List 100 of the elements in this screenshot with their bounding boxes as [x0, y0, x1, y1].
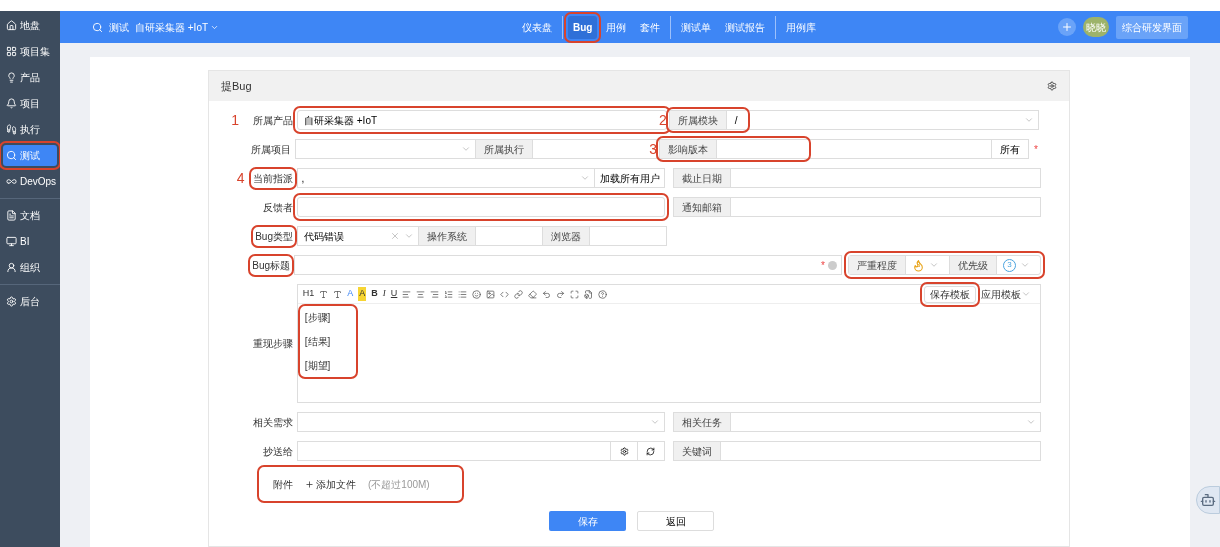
eraser-icon[interactable] [528, 289, 538, 299]
all-versions-button[interactable]: 所有 [991, 140, 1029, 158]
add-button[interactable] [1058, 18, 1076, 36]
field-label: 反馈者 [262, 200, 293, 215]
version-field[interactable]: 影响版本 所有 [659, 139, 1030, 159]
toolbar-button[interactable]: I [382, 287, 386, 301]
nav-tab[interactable]: 用例库 [781, 15, 822, 39]
toolbar-button[interactable]: A [358, 287, 367, 301]
caret-icon [1026, 417, 1036, 427]
caret-icon [580, 173, 591, 183]
module-value: / [733, 113, 739, 128]
sidebar-item[interactable]: 产品 [3, 67, 57, 88]
editor-text-line: [结果] [304, 335, 332, 349]
caret-icon [404, 231, 414, 241]
field-label: 附件 [273, 477, 293, 492]
numbered-list-icon[interactable] [444, 289, 454, 299]
bug-type-select[interactable]: 代码错误 [297, 226, 419, 246]
back-button[interactable]: 返回 [637, 511, 714, 531]
annotation-number: 4 [236, 171, 245, 185]
image-icon[interactable] [486, 289, 496, 299]
smiley-icon[interactable] [472, 289, 482, 299]
module-select[interactable]: 所属模块 / [668, 110, 1039, 130]
bug-title-field[interactable]: * [294, 255, 842, 275]
nav-tab[interactable]: 测试单 [676, 15, 717, 39]
align-center-icon[interactable] [416, 289, 426, 299]
undo-icon[interactable] [542, 289, 552, 299]
lightbulb-icon [6, 72, 17, 83]
required-mark: * [1034, 142, 1038, 157]
cc-field[interactable] [296, 441, 612, 461]
related-task-select[interactable]: 相关任务 [672, 412, 1041, 432]
annotation-number: 3 [649, 142, 658, 156]
text-size-icon[interactable] [333, 289, 343, 299]
settings-icon [619, 446, 629, 456]
field-label: 操作系统 [419, 227, 476, 245]
user-icon [6, 262, 17, 273]
rich-text-editor[interactable]: H1 A A B I U 保存模板 应用模板 [步骤] [结果] [期望] [296, 284, 1041, 403]
field-label: 浏览器 [543, 227, 590, 245]
settings-icon [6, 296, 17, 307]
color-picker-icon[interactable] [828, 260, 837, 270]
align-left-icon[interactable] [402, 289, 412, 299]
file-icon[interactable] [584, 289, 594, 299]
toolbar-button[interactable]: U [390, 287, 398, 301]
font-icon[interactable] [319, 289, 329, 299]
field-label: 重现步骤 [252, 337, 293, 351]
monitor-icon [6, 236, 17, 247]
caret-icon [1023, 115, 1034, 125]
toolbar-button[interactable]: A [347, 287, 354, 301]
deadline-field[interactable]: 截止日期 [672, 168, 1042, 188]
sidebar-item[interactable]: 地盘 [3, 15, 57, 36]
breadcrumb-dropdown[interactable]: 自研采集器 +IoT [135, 19, 220, 35]
field-label: 关键词 [673, 442, 721, 460]
help-icon[interactable] [598, 289, 608, 299]
add-file-link[interactable]: 添加文件 [305, 476, 356, 492]
settings-icon[interactable] [1047, 81, 1057, 91]
caret-icon [929, 260, 939, 270]
nav-tab[interactable]: 套件 [635, 15, 666, 39]
toolbar-button[interactable]: H1 [302, 287, 315, 301]
editor-text-line: [步骤] [304, 311, 332, 325]
notify-email-field[interactable]: 通知邮箱 [672, 197, 1041, 217]
toolbar-button[interactable]: B [371, 287, 378, 301]
sidebar-item[interactable]: 项目集 [3, 41, 57, 62]
editor-text-line: [期望] [304, 359, 332, 373]
redo-icon[interactable] [556, 289, 566, 299]
file-size-hint: (不超过100M) [368, 477, 430, 492]
sidebar-item[interactable]: BI [3, 231, 57, 252]
link-icon[interactable] [514, 289, 524, 299]
field-label: 相关需求 [252, 415, 293, 430]
annotation-number: 2 [659, 113, 667, 127]
nav-tab[interactable]: 测试报告 [720, 15, 771, 39]
keywords-field[interactable]: 关键词 [672, 441, 1041, 461]
refresh-button[interactable] [637, 441, 665, 461]
sidebar-item[interactable]: DevOps [3, 171, 57, 192]
align-right-icon[interactable] [430, 289, 440, 299]
assignee-select[interactable]: , [296, 168, 596, 188]
field-label: 所属模块 [669, 111, 727, 129]
sidebar-item[interactable]: 后台 [3, 291, 57, 312]
caret-icon [649, 417, 660, 427]
code-icon[interactable] [500, 289, 510, 299]
field-label: 影响版本 [660, 140, 718, 158]
sidebar-item[interactable]: 文档 [3, 205, 57, 226]
load-all-users-button[interactable]: 加载所有用户 [595, 168, 665, 188]
field-label: 相关任务 [673, 413, 731, 431]
browser-field[interactable]: 浏览器 [543, 226, 667, 246]
sidebar-item[interactable]: 组织 [3, 257, 57, 278]
bullet-list-icon[interactable] [458, 289, 468, 299]
field-label: 严重程度 [849, 256, 906, 274]
save-button[interactable]: 保存 [549, 511, 626, 531]
field-label: 截止日期 [673, 169, 731, 187]
nav-tab[interactable]: 用例 [601, 15, 632, 39]
nav-tab[interactable]: 仪表盘 [517, 15, 557, 39]
apply-template-dropdown[interactable]: 应用模板 [981, 286, 1035, 302]
document-icon [6, 210, 17, 221]
settings-button[interactable] [611, 441, 638, 461]
field-label: 所属执行 [476, 140, 534, 158]
breadcrumb-link[interactable]: 测试 [109, 19, 129, 35]
sidebar-item[interactable]: 项目 [3, 93, 57, 114]
sidebar-item[interactable]: 执行 [3, 119, 57, 140]
caret-icon [461, 144, 472, 154]
fullscreen-icon[interactable] [570, 289, 580, 299]
os-field[interactable]: 操作系统 [419, 226, 543, 246]
